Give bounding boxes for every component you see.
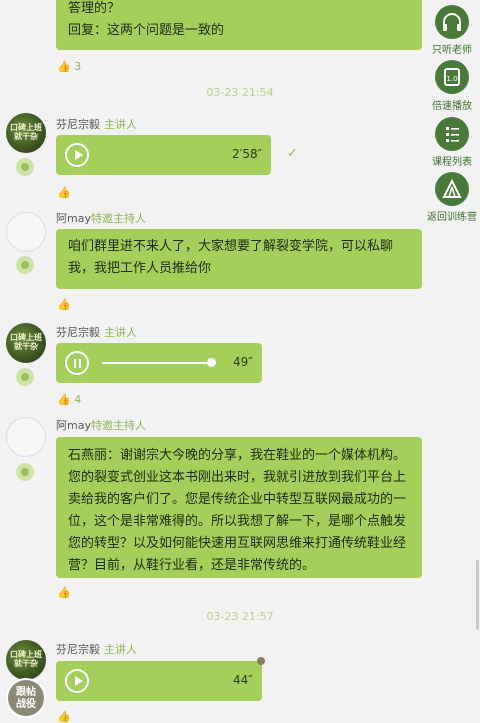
play-icon [75,676,83,686]
speed-icon[interactable]: 1.0 [435,60,469,94]
timestamp: 03-23 21:57 [206,610,274,623]
level-badge [16,158,34,176]
play-button[interactable] [65,143,89,167]
scrollbar[interactable] [476,560,479,630]
progress-track[interactable] [102,362,212,364]
avatar[interactable]: 口碑上班就干杂 [6,640,46,680]
like-icon[interactable]: 👍 [57,710,71,723]
voice-duration: 44″ [233,673,253,687]
sender-role: 主讲人 [104,326,137,339]
avatar[interactable] [6,212,46,252]
voice-message[interactable]: 2′58″ [56,135,271,175]
voice-duration: 2′58″ [232,147,263,161]
voice-message[interactable]: 44″ [56,661,262,701]
level-badge [16,463,34,481]
sender-role: 特邀主持人 [91,419,146,432]
floating-badge-button[interactable]: 跟帖 战役 [6,678,46,718]
pause-icon [74,359,76,368]
sender-name: 阿may [56,212,91,225]
level-badge [16,368,34,386]
message-text-line: 回复：这两个问题是一致的 [68,23,225,38]
play-icon [75,150,83,160]
message-text-line: 答理的？ [68,1,121,16]
message-text: 石燕丽：谢谢宗大今晚的分享，我在鞋业的一个媒体机构。您的裂变式创业这本书刚出来时… [68,448,407,573]
progress-handle[interactable] [207,358,216,367]
sender-name: 芬尼宗毅 [56,643,100,656]
message-text: 咱们群里进不来人了，大家想要了解裂变学院，可以私聊我，我把工作人员推给你 [68,239,394,276]
avatar[interactable] [6,417,46,457]
svg-text:1.0: 1.0 [446,75,457,83]
like-icon[interactable]: 👍 3 [57,60,81,73]
tent-icon[interactable] [435,172,469,206]
message-bubble: 石燕丽：谢谢宗大今晚的分享，我在鞋业的一个媒体机构。您的裂变式创业这本书刚出来时… [56,437,422,578]
avatar-logo-text: 口碑上班就干杂 [10,333,42,351]
avatar[interactable]: 口碑上班就干杂 [6,113,46,153]
sidebar-label-course-list[interactable]: 课程列表 [417,153,480,168]
like-icon[interactable]: 👍 4 [57,393,81,406]
sender-name: 芬尼宗毅 [56,326,100,339]
played-check-icon: ✓ [287,146,298,161]
avatar-logo-text: 口碑上班就干杂 [10,123,42,141]
message-bubble: 答理的？ 回复：这两个问题是一致的 [56,0,422,50]
avatar-logo-text: 口碑上班就干杂 [10,650,42,668]
unread-dot [257,657,265,665]
list-icon[interactable] [435,117,469,151]
headphones-icon[interactable] [435,5,469,39]
sidebar-label-back-camp[interactable]: 返回训练营 [417,208,480,223]
like-icon[interactable]: 👍 [57,586,71,599]
like-count: 4 [74,393,82,406]
sender-role: 主讲人 [104,643,137,656]
avatar[interactable]: 口碑上班就干杂 [6,323,46,363]
pause-button[interactable] [65,351,89,375]
like-count: 3 [74,60,82,73]
pause-icon-bar [79,359,81,368]
message-bubble: 咱们群里进不来人了，大家想要了解裂变学院，可以私聊我，我把工作人员推给你 [56,229,422,289]
sidebar-label-speed[interactable]: 倍速播放 [417,97,480,112]
voice-message[interactable]: 49″ [56,343,262,383]
sidebar-label-listen[interactable]: 只听老师 [417,41,480,56]
sender-role: 主讲人 [104,118,137,131]
play-button[interactable] [65,669,89,693]
timestamp: 03-23 21:54 [206,86,274,99]
voice-duration: 49″ [233,355,253,369]
like-icon[interactable]: 👍 [57,186,71,199]
sender-name: 阿may [56,419,91,432]
floating-badge-text: 跟帖 战役 [16,687,36,710]
level-badge [16,256,34,274]
sender-role: 特邀主持人 [91,212,146,225]
like-icon[interactable]: 👍 [57,298,71,311]
sender-name: 芬尼宗毅 [56,118,100,131]
